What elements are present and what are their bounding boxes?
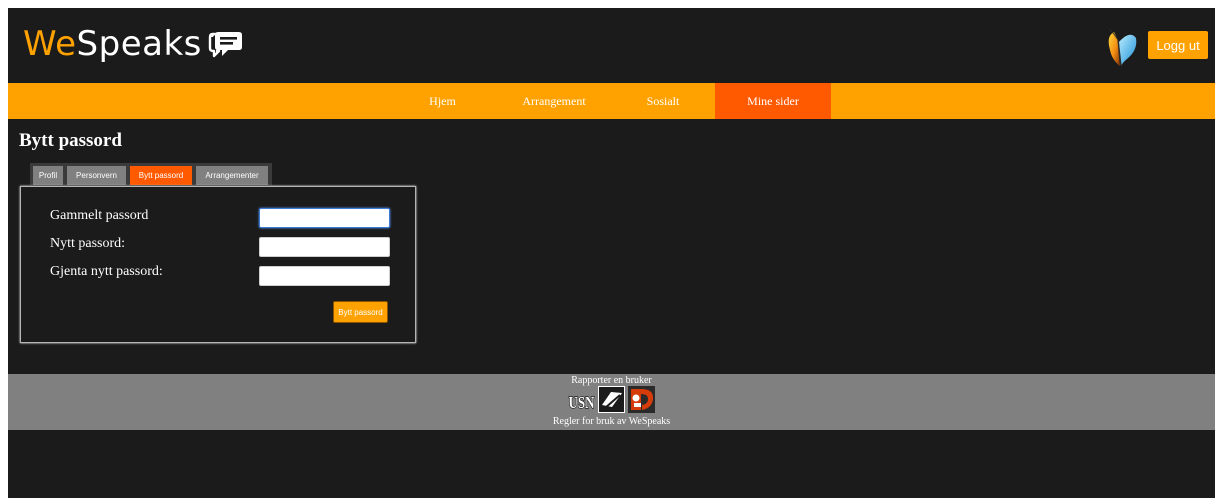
tab-profil[interactable]: Profil [33, 166, 63, 185]
report-user-link[interactable]: Rapporter en bruker [8, 375, 1215, 386]
header: We Speaks Logg ut [8, 8, 1215, 83]
new-password-label: Nytt passord: [50, 236, 126, 251]
main-nav: Hjem Arrangement Sosialt Mine sider [8, 83, 1215, 119]
logo-speaks-text: Speaks [76, 24, 202, 64]
footer: Rapporter en bruker USN Regler for bruk … [8, 374, 1215, 430]
old-password-label: Gammelt passord [50, 208, 149, 223]
logo-we-text: We [23, 24, 77, 64]
nav-item-arrangement[interactable]: Arrangement [505, 83, 603, 119]
app-window: We Speaks Logg ut Hjem Arrangement Sosia… [8, 8, 1215, 498]
settings-tabs: Profil Personvern Bytt passord Arrangeme… [30, 163, 272, 185]
nav-item-mine-sider[interactable]: Mine sider [715, 83, 831, 119]
chat-bubble-icon [208, 32, 242, 58]
page-title: Bytt passord [19, 130, 122, 151]
change-password-button[interactable]: Bytt passord [333, 301, 388, 323]
sponsor-logos: USN [568, 386, 655, 413]
logout-button[interactable]: Logg ut [1148, 31, 1208, 59]
butterfly-icon [1108, 28, 1137, 67]
nav-item-hjem[interactable]: Hjem [415, 83, 470, 119]
tab-personvern[interactable]: Personvern [67, 166, 126, 185]
wespeaks-logo[interactable]: We Speaks [23, 24, 244, 64]
usn-logo: USN [568, 392, 596, 412]
tab-bytt-passord[interactable]: Bytt passord [130, 166, 192, 185]
square-logo-icon [598, 386, 625, 413]
usn-logo-text: USN [569, 393, 596, 412]
old-password-input[interactable] [259, 208, 390, 228]
change-password-form: Gammelt passord Nytt passord: Gjenta nyt… [20, 186, 416, 343]
repeat-password-label: Gjenta nytt passord: [50, 264, 163, 279]
tab-arrangementer[interactable]: Arrangementer [196, 166, 268, 185]
orange-logo-icon [628, 386, 655, 413]
repeat-password-input[interactable] [259, 266, 390, 286]
rules-link[interactable]: Regler for bruk av WeSpeaks [8, 416, 1215, 427]
new-password-input[interactable] [259, 237, 390, 257]
nav-item-sosialt[interactable]: Sosialt [628, 83, 698, 119]
